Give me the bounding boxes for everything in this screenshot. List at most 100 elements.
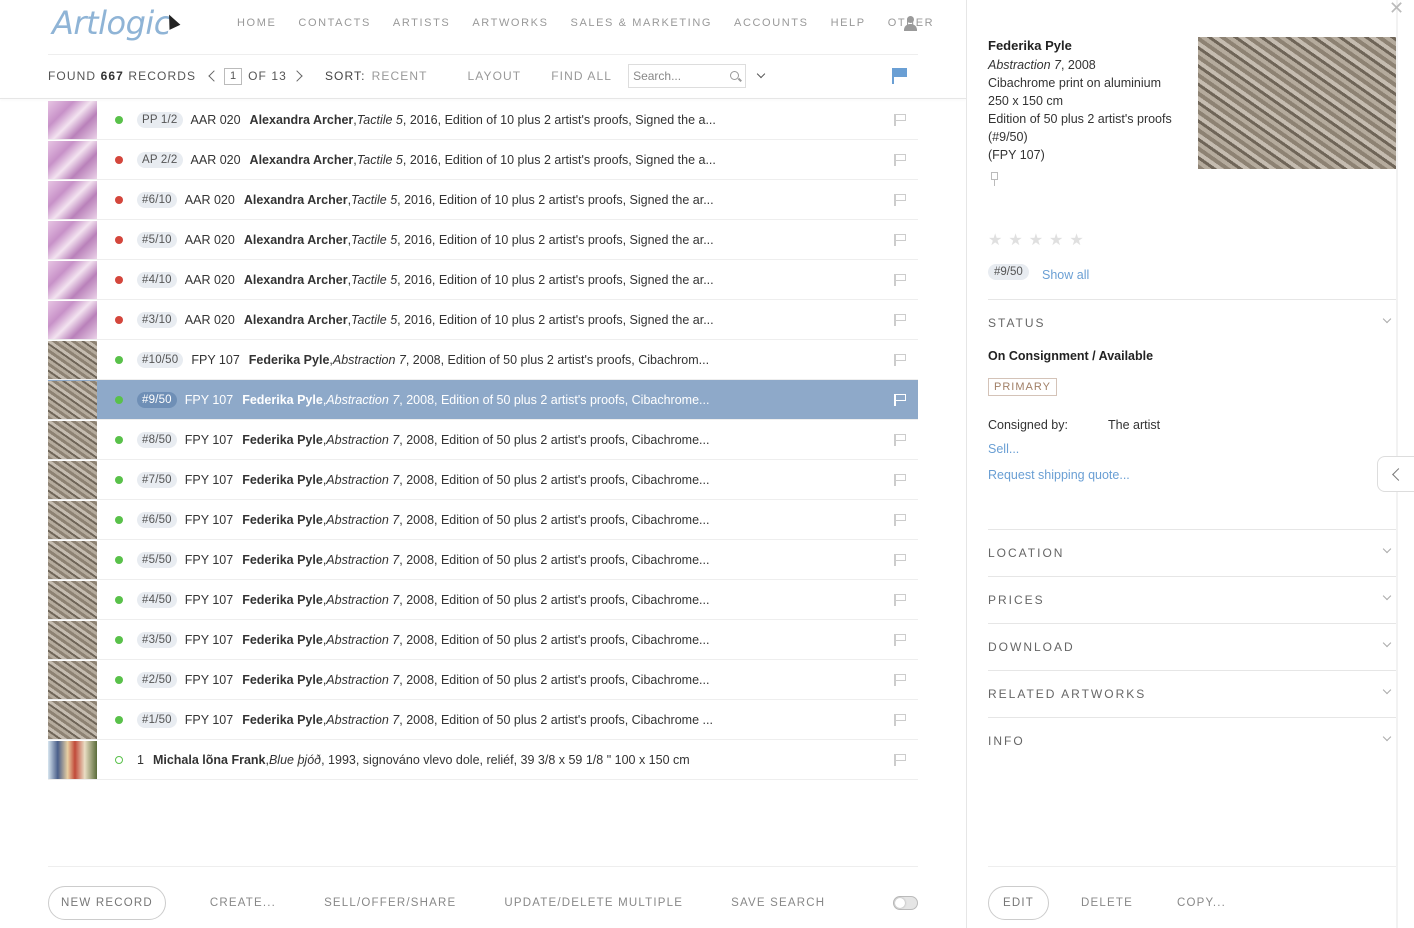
delete-button[interactable]: DELETE	[1081, 897, 1133, 909]
table-row[interactable]: PP 1/2 AAR 020 Alexandra Archer, Tactile 5…	[48, 100, 918, 140]
chevron-down-icon[interactable]	[1382, 544, 1392, 554]
artwork-thumbnail[interactable]	[48, 500, 97, 539]
chevron-down-icon[interactable]	[1382, 638, 1392, 648]
star-icon[interactable]: ★	[988, 230, 1002, 250]
artwork-thumbnail[interactable]	[48, 220, 97, 259]
edit-button[interactable]: EDIT	[988, 886, 1049, 920]
artwork-thumbnail[interactable]	[48, 140, 97, 179]
search-input[interactable]: Search...	[628, 64, 747, 88]
nav-home[interactable]: HOME	[237, 17, 276, 29]
user-icon[interactable]	[903, 16, 918, 31]
sort-value[interactable]: RECENT	[372, 69, 428, 83]
nav-help[interactable]: HELP	[831, 17, 866, 29]
nav-accounts[interactable]: ACCOUNTS	[734, 17, 809, 29]
new-record-button[interactable]: NEW RECORD	[48, 886, 166, 920]
table-row[interactable]: #9/50 FPY 107 Federika Pyle, Abstraction 7…	[48, 380, 918, 420]
table-row[interactable]: #7/50 FPY 107 Federika Pyle, Abstraction 7…	[48, 460, 918, 500]
table-row[interactable]: #6/50 FPY 107 Federika Pyle, Abstraction 7…	[48, 500, 918, 540]
artwork-thumbnail[interactable]	[48, 580, 97, 619]
artwork-thumbnail[interactable]	[48, 460, 97, 499]
star-icon[interactable]: ★	[1069, 230, 1083, 250]
artwork-thumbnail[interactable]	[48, 260, 97, 299]
copy-button[interactable]: COPY...	[1177, 897, 1226, 909]
table-row[interactable]: #10/50 FPY 107 Federika Pyle, Abstraction …	[48, 340, 918, 380]
artwork-thumbnail[interactable]	[48, 660, 97, 699]
flag-icon[interactable]	[894, 194, 906, 206]
table-row[interactable]: #5/50 FPY 107 Federika Pyle, Abstraction 7…	[48, 540, 918, 580]
artwork-thumbnail[interactable]	[48, 300, 97, 339]
prev-page-icon[interactable]	[208, 70, 220, 82]
table-row[interactable]: AP 2/2 AAR 020 Alexandra Archer, Tactile 5…	[48, 140, 918, 180]
section-prices[interactable]: PRICES	[988, 591, 1396, 607]
artwork-image[interactable]	[1198, 37, 1396, 169]
chevron-down-icon[interactable]	[1382, 732, 1392, 742]
flag-icon[interactable]	[894, 594, 906, 606]
flag-icon[interactable]	[894, 114, 906, 126]
flag-icon[interactable]	[894, 674, 906, 686]
flag-icon[interactable]	[892, 68, 908, 84]
artwork-thumbnail[interactable]	[48, 100, 97, 139]
star-icon[interactable]: ★	[1008, 230, 1022, 250]
flag-icon[interactable]	[894, 234, 906, 246]
layout-button[interactable]: LAYOUT	[468, 69, 522, 83]
table-row[interactable]: #3/50 FPY 107 Federika Pyle, Abstraction 7…	[48, 620, 918, 660]
artwork-thumbnail[interactable]	[48, 380, 97, 419]
next-page-icon[interactable]	[291, 70, 303, 82]
section-location[interactable]: LOCATION	[988, 544, 1396, 560]
pin-icon[interactable]	[989, 172, 999, 186]
table-row[interactable]: #1/50 FPY 107 Federika Pyle, Abstraction 7…	[48, 700, 918, 740]
save-search-button[interactable]: SAVE SEARCH	[731, 897, 825, 909]
find-all-button[interactable]: FIND ALL	[551, 69, 612, 83]
table-row[interactable]: 1 Michala lõna Frank, Blue þjóð, 1993, si…	[48, 740, 918, 780]
collapse-panel-tab[interactable]	[1377, 456, 1414, 492]
request-shipping-link[interactable]: Request shipping quote...	[988, 468, 1130, 482]
flag-icon[interactable]	[894, 514, 906, 526]
table-row[interactable]: #3/10 AAR 020 Alexandra Archer, Tactile 5,…	[48, 300, 918, 340]
artwork-thumbnail[interactable]	[48, 180, 97, 219]
view-toggle[interactable]	[893, 896, 918, 910]
section-status[interactable]: STATUS	[988, 314, 1396, 330]
flag-icon[interactable]	[894, 434, 906, 446]
chevron-down-icon[interactable]	[756, 69, 766, 79]
section-related-artworks[interactable]: RELATED ARTWORKS	[988, 685, 1396, 701]
sell-offer-share-button[interactable]: SELL/OFFER/SHARE	[324, 897, 456, 909]
close-icon[interactable]: ✕	[1389, 0, 1404, 19]
nav-sales-marketing[interactable]: SALES & MARKETING	[571, 17, 713, 29]
table-row[interactable]: #4/50 FPY 107 Federika Pyle, Abstraction 7…	[48, 580, 918, 620]
section-info[interactable]: INFO	[988, 732, 1396, 748]
table-row[interactable]: #4/10 AAR 020 Alexandra Archer, Tactile 5,…	[48, 260, 918, 300]
nav-contacts[interactable]: CONTACTS	[298, 17, 370, 29]
table-row[interactable]: #8/50 FPY 107 Federika Pyle, Abstraction 7…	[48, 420, 918, 460]
flag-icon[interactable]	[894, 554, 906, 566]
artwork-thumbnail[interactable]	[48, 420, 97, 459]
star-icon[interactable]: ★	[1029, 230, 1043, 250]
flag-icon[interactable]	[894, 754, 906, 766]
artwork-thumbnail[interactable]	[48, 620, 97, 659]
detail-artist[interactable]: Federika Pyle	[988, 38, 1072, 53]
create-button[interactable]: CREATE...	[210, 897, 276, 909]
star-icon[interactable]: ★	[1049, 230, 1063, 250]
artwork-thumbnail[interactable]	[48, 740, 97, 779]
nav-artworks[interactable]: ARTWORKS	[472, 17, 548, 29]
show-all-link[interactable]: Show all	[1042, 268, 1089, 282]
flag-icon[interactable]	[894, 474, 906, 486]
artwork-thumbnail[interactable]	[48, 540, 97, 579]
nav-artists[interactable]: ARTISTS	[393, 17, 450, 29]
flag-icon[interactable]	[894, 154, 906, 166]
flag-icon[interactable]	[894, 714, 906, 726]
search-icon[interactable]	[730, 71, 740, 80]
flag-icon[interactable]	[894, 314, 906, 326]
sell-link[interactable]: Sell...	[988, 442, 1019, 456]
flag-icon[interactable]	[894, 354, 906, 366]
chevron-down-icon[interactable]	[1382, 314, 1392, 324]
chevron-down-icon[interactable]	[1382, 685, 1392, 695]
artlogic-logo[interactable]: Artlogic	[52, 4, 171, 42]
rating-stars[interactable]: ★ ★ ★ ★ ★	[988, 230, 1084, 250]
table-row[interactable]: #2/50 FPY 107 Federika Pyle, Abstraction 7…	[48, 660, 918, 700]
artwork-thumbnail[interactable]	[48, 340, 97, 379]
table-row[interactable]: #5/10 AAR 020 Alexandra Archer, Tactile 5,…	[48, 220, 918, 260]
update-delete-multiple-button[interactable]: UPDATE/DELETE MULTIPLE	[504, 897, 683, 909]
flag-icon[interactable]	[894, 634, 906, 646]
flag-icon[interactable]	[894, 274, 906, 286]
chevron-down-icon[interactable]	[1382, 591, 1392, 601]
